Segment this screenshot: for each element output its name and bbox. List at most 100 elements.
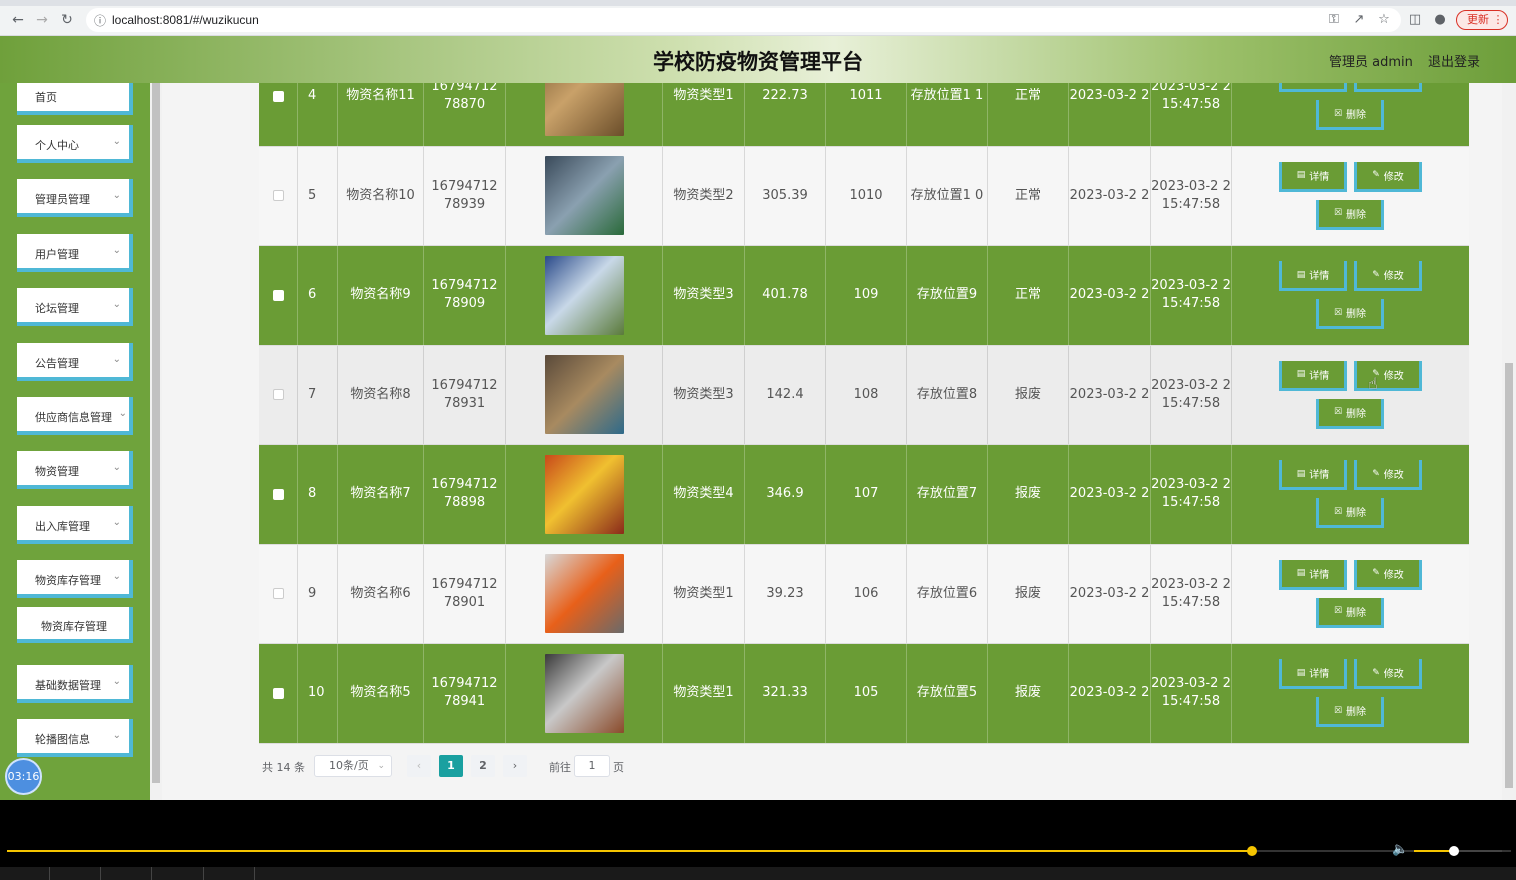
page-size-select[interactable]: 10条/页 ⌄ [314, 755, 392, 777]
delete-button[interactable]: ☒ 删除 [1316, 398, 1384, 429]
goto-input[interactable]: 1 [574, 755, 610, 777]
price-cell: 222.73 [745, 83, 826, 146]
back-icon[interactable]: ← [10, 12, 26, 28]
sidebar-item-inventory[interactable]: 物资库存管理 ⌄ [17, 560, 133, 598]
edit-icon: ✎ [1372, 170, 1380, 180]
sidebar-item-notices[interactable]: 公告管理 ⌄ [17, 343, 133, 381]
detail-button[interactable]: ▤详情 [1279, 460, 1347, 490]
delete-button[interactable]: ☒ 删除 [1316, 498, 1384, 528]
row-checkbox[interactable] [272, 289, 284, 301]
cell-text: 物资名称7 [350, 486, 411, 502]
sidebar-item-inout[interactable]: 出入库管理 ⌄ [17, 506, 133, 544]
star-icon[interactable]: ☆ [1376, 12, 1392, 28]
goto-label: 前往 [549, 761, 571, 774]
created-time-cell: 2023-03-2 2 15:47:58 [1151, 644, 1232, 743]
cell-text: 2023-03-2 2 15:47:58 [1151, 676, 1231, 710]
material-image [544, 653, 624, 733]
detail-button[interactable]: ▤详情 [1279, 161, 1347, 192]
url-text: localhost:8081/#/wuzikucun [112, 13, 259, 27]
edit-button[interactable]: ✎修改 [1354, 559, 1422, 590]
edit-button[interactable]: ✎修改 [1354, 360, 1422, 391]
site-info-icon[interactable]: ⓘ [94, 12, 106, 29]
logout-link[interactable]: 退出登录 [1428, 51, 1480, 70]
sidebar-item-forum[interactable]: 论坛管理 ⌄ [17, 288, 133, 326]
profile-icon[interactable]: ● [1432, 12, 1448, 28]
page-2-button[interactable]: 2 [471, 755, 495, 777]
cell-text: 4 [308, 88, 317, 104]
button-label: 修改 [1383, 370, 1404, 382]
scrollbar-thumb[interactable] [152, 83, 160, 783]
delete-button[interactable]: ☒ 删除 [1316, 697, 1384, 727]
sidepanel-icon[interactable]: ◫ [1407, 12, 1423, 28]
type-cell: 物资类型2 [663, 146, 745, 245]
sidebar-item-materials[interactable]: 物资管理 ⌄ [17, 451, 133, 489]
chevron-down-icon: ⌄ [112, 730, 121, 741]
sidebar-item-label: 物资库存管理 [35, 574, 101, 587]
reload-icon[interactable]: ↻ [59, 12, 75, 28]
row-checkbox[interactable] [272, 389, 284, 401]
sidebar-item-basedata[interactable]: 基础数据管理 ⌄ [17, 665, 133, 703]
cell-text: 物资名称8 [350, 386, 411, 402]
code-cell: 16794712 78901 [424, 544, 506, 643]
sidebar-subitem-inventory[interactable]: 物资库存管理 [17, 607, 133, 643]
sidebar-item-admins[interactable]: 管理员管理 ⌄ [17, 179, 133, 217]
sidebar-item-carousel[interactable]: 轮播图信息 ⌄ [17, 719, 133, 757]
delete-button[interactable]: ☒ 删除 [1316, 299, 1384, 329]
volume-handle[interactable] [1448, 846, 1459, 856]
edit-button[interactable]: ✎修改 [1354, 659, 1422, 689]
scrollbar-thumb[interactable] [1505, 363, 1513, 788]
row-checkbox-cell [259, 345, 298, 444]
delete-button[interactable]: ☒ 删除 [1316, 199, 1384, 230]
row-checkbox[interactable] [272, 588, 284, 600]
edit-button[interactable]: ✎修改 [1354, 161, 1422, 192]
row-checkbox[interactable] [272, 190, 284, 202]
sidebar-scrollbar[interactable] [150, 83, 162, 800]
detail-button[interactable]: ▤详情 [1279, 559, 1347, 590]
cell-text: 2023-03-2 2 15:47:58 [1151, 278, 1231, 312]
cell-text: 10 [308, 685, 325, 701]
button-label: 详情 [1309, 171, 1330, 183]
address-bar[interactable]: ⓘ localhost:8081/#/wuzikucun [86, 8, 1401, 32]
cell-text: 2023-03-2 2 15:47:58 [1151, 377, 1231, 411]
index-cell: 4 [298, 83, 338, 146]
table-row: 5 物资名称10 16794712 78939 物资类型2 305.39 1010 存放位置… [259, 146, 1469, 246]
volume-icon[interactable]: 🔈 [1392, 842, 1408, 857]
chevron-down-icon: ⌄ [112, 571, 121, 582]
key-icon[interactable]: ⚿ [1326, 12, 1342, 28]
row-checkbox[interactable] [272, 488, 284, 500]
progress-handle[interactable] [1247, 846, 1258, 856]
sidebar-item-label: 物资库存管理 [41, 620, 107, 633]
sidebar-item-home[interactable]: 首页 [17, 83, 133, 115]
chevron-down-icon: ⌄ [112, 299, 121, 310]
prev-page-button[interactable]: ‹ [407, 755, 431, 777]
row-checkbox[interactable] [272, 90, 284, 102]
update-button[interactable]: 更新 ⋮ [1456, 10, 1508, 30]
page-1-button[interactable]: 1 [439, 755, 463, 777]
detail-button[interactable]: ▤详情 [1279, 659, 1347, 689]
sidebar-item-users[interactable]: 用户管理 ⌄ [17, 234, 133, 272]
cell-text: 物资类型2 [673, 187, 734, 203]
row-checkbox[interactable] [272, 687, 284, 699]
cell-text: 存放位置1 0 [910, 187, 984, 203]
sidebar-item-profile[interactable]: 个人中心 ⌄ [17, 125, 133, 163]
detail-button[interactable]: ▤详情 [1279, 83, 1347, 92]
cell-text: 2023-03-2 2 [1069, 187, 1150, 203]
sidebar-item-label: 个人中心 [35, 139, 79, 152]
delete-button[interactable]: ☒ 删除 [1316, 100, 1384, 130]
edit-button[interactable]: ✎修改 [1354, 460, 1422, 490]
edit-button[interactable]: ✎修改 [1354, 261, 1422, 291]
next-page-button[interactable]: › [503, 755, 527, 777]
edit-button[interactable]: ✎修改 [1354, 83, 1422, 92]
forward-icon[interactable]: → [34, 12, 50, 28]
detail-button[interactable]: ▤详情 [1279, 261, 1347, 291]
cell-text: 108 [853, 386, 879, 402]
delete-button[interactable]: ☒ 删除 [1316, 597, 1384, 628]
status-cell: 报废 [988, 644, 1069, 743]
main-scrollbar[interactable] [1502, 83, 1516, 800]
sidebar-item-label: 物资管理 [35, 465, 79, 478]
share-icon[interactable]: ↗ [1351, 12, 1367, 28]
detail-button[interactable]: ▤详情 [1279, 360, 1347, 391]
row-checkbox-cell [259, 146, 298, 245]
sidebar-item-suppliers[interactable]: 供应商信息管理 ⌄ [17, 397, 133, 435]
cell-text: 正常 [1014, 187, 1041, 203]
